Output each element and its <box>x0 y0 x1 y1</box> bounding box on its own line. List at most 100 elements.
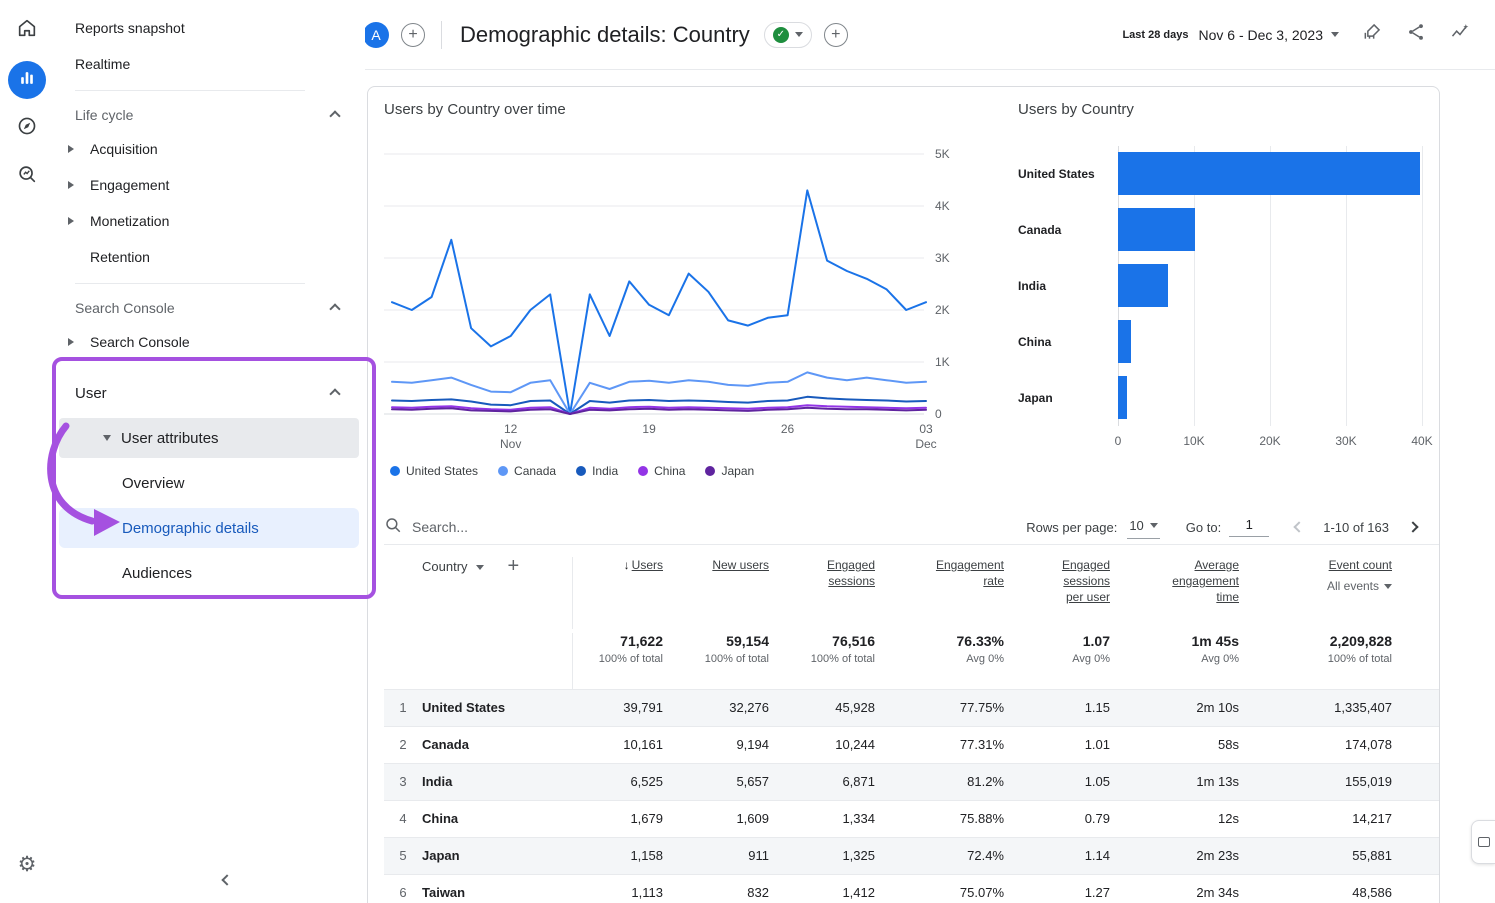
table-row[interactable]: 3India6,5255,6576,87181.2%1.051m 13s155,… <box>384 763 1440 800</box>
sidebar-section-user[interactable]: User <box>55 377 365 409</box>
sidebar-item-monetization[interactable]: Monetization <box>55 203 365 239</box>
bar[interactable] <box>1118 320 1131 363</box>
add-metric-button[interactable]: + <box>824 23 848 47</box>
insights-button[interactable] <box>1449 24 1471 46</box>
home-icon <box>16 17 38 44</box>
sidebar-section-search-console[interactable]: Search Console <box>55 292 365 324</box>
goto-page-input[interactable] <box>1229 517 1269 537</box>
sidebar-group-user-attributes[interactable]: User attributes <box>59 418 359 458</box>
dimension-selector[interactable]: Country + <box>422 557 572 629</box>
data-quality-badge[interactable]: ✓ <box>764 22 812 48</box>
table-row[interactable]: 2Canada10,1619,19410,24477.31%1.0158s174… <box>384 726 1440 763</box>
row-metric-value: 832 <box>663 875 769 903</box>
bar-xaxis: 010K20K30K40K <box>1118 434 1422 452</box>
event-count-filter[interactable]: All events <box>1285 578 1392 594</box>
bar-category-label: Canada <box>1018 202 1118 258</box>
explore-nav-button[interactable] <box>8 109 46 147</box>
row-metric-value: 12s <box>1110 801 1239 837</box>
row-metric-value: 77.75% <box>875 690 1004 726</box>
edit-chart-icon <box>1362 22 1382 47</box>
bar-category-label: India <box>1018 258 1118 314</box>
legend-dot <box>705 466 715 476</box>
date-preset-label: Last 28 days <box>1122 29 1188 41</box>
row-metric-value: 1,158 <box>572 838 663 874</box>
bar-category-label: Japan <box>1018 370 1118 426</box>
bar-track <box>1118 146 1422 426</box>
sidebar-item-audiences[interactable]: Audiences <box>59 553 359 593</box>
bar[interactable] <box>1118 152 1420 195</box>
data-table: Country + ↓Users New users Engaged sessi… <box>384 544 1440 903</box>
next-page-button[interactable] <box>1401 515 1425 539</box>
feedback-button[interactable] <box>1471 820 1495 864</box>
row-metric-value: 10,161 <box>572 727 663 763</box>
row-metric-value: 911 <box>663 838 769 874</box>
date-range-picker[interactable]: Nov 6 - Dec 3, 2023 <box>1198 27 1339 43</box>
expand-right-icon <box>68 145 74 153</box>
sidebar-section-life-cycle[interactable]: Life cycle <box>55 99 365 131</box>
bar-chart-panel: Users by Country United StatesCanadaIndi… <box>1018 101 1428 452</box>
bar[interactable] <box>1118 208 1195 251</box>
avatar[interactable]: A <box>363 22 389 48</box>
row-metric-value: 2m 10s <box>1110 690 1239 726</box>
svg-text:0: 0 <box>935 407 942 421</box>
legend-label: India <box>592 464 618 478</box>
bar[interactable] <box>1118 376 1127 419</box>
rows-per-page-label: Rows per page: <box>1026 520 1117 535</box>
row-metric-value: 77.31% <box>875 727 1004 763</box>
sidebar-item-realtime[interactable]: Realtime <box>55 46 365 82</box>
legend-item[interactable]: Canada <box>498 464 556 478</box>
legend-item[interactable]: Japan <box>705 464 754 478</box>
search-input[interactable] <box>412 519 632 535</box>
row-metric-value: 1.01 <box>1004 727 1110 763</box>
column-header-engagement-rate[interactable]: Engagement rate <box>875 557 1004 629</box>
rows-per-page-select[interactable]: 10 <box>1127 516 1159 539</box>
chevron-down-icon <box>1331 32 1339 37</box>
svg-text:Dec: Dec <box>915 437 936 451</box>
share-report-button[interactable] <box>1405 24 1427 46</box>
legend-item[interactable]: United States <box>390 464 478 478</box>
row-metric-value: 1,334 <box>769 801 875 837</box>
table-row[interactable]: 1United States39,79132,27645,92877.75%1.… <box>384 689 1440 726</box>
sidebar-item-search-console[interactable]: Search Console <box>55 324 365 360</box>
bar[interactable] <box>1118 264 1168 307</box>
column-header-average-engagement-time[interactable]: Average engagement time <box>1110 557 1239 629</box>
collapse-sidebar-button[interactable] <box>215 868 239 892</box>
sidebar-item-acquisition[interactable]: Acquisition <box>55 131 365 167</box>
share-icon <box>1406 22 1426 47</box>
table-row[interactable]: 4China1,6791,6091,33475.88%0.7912s14,217 <box>384 800 1440 837</box>
column-header-engaged-sessions[interactable]: Engaged sessions <box>769 557 875 629</box>
svg-text:Nov: Nov <box>500 437 521 451</box>
sidebar-item-engagement[interactable]: Engagement <box>55 167 365 203</box>
sidebar-item-demographic-details[interactable]: Demographic details <box>59 508 359 548</box>
legend-item[interactable]: China <box>638 464 685 478</box>
row-metric-value: 1.14 <box>1004 838 1110 874</box>
table-row[interactable]: 6Taiwan1,1138321,41275.07%1.272m 34s48,5… <box>384 874 1440 903</box>
sidebar-item-label: Retention <box>90 249 150 265</box>
admin-settings-button[interactable]: ⚙ <box>8 845 46 883</box>
prev-page-button[interactable] <box>1287 515 1311 539</box>
bar-category-label: United States <box>1018 146 1118 202</box>
column-header-event-count[interactable]: Event count All events <box>1239 557 1392 629</box>
legend-item[interactable]: India <box>576 464 618 478</box>
sidebar-item-overview[interactable]: Overview <box>59 463 359 503</box>
advertising-nav-button[interactable] <box>8 157 46 195</box>
sidebar-item-label: Engagement <box>90 177 169 193</box>
home-nav-button[interactable] <box>8 11 46 49</box>
column-header-new-users[interactable]: New users <box>663 557 769 629</box>
chevron-down-icon <box>1150 523 1158 528</box>
sidebar-item-reports-snapshot[interactable]: Reports snapshot <box>55 10 365 46</box>
magnifier-chart-icon <box>16 163 38 190</box>
column-header-engaged-sessions-per-user[interactable]: Engaged sessions per user <box>1004 557 1110 629</box>
sidebar-item-retention[interactable]: Retention <box>55 239 365 275</box>
svg-text:1K: 1K <box>935 355 950 369</box>
section-label: Search Console <box>75 300 175 316</box>
customize-report-button[interactable] <box>1361 24 1383 46</box>
column-header-users[interactable]: ↓Users <box>572 557 663 629</box>
svg-text:4K: 4K <box>935 199 950 213</box>
table-row[interactable]: 5Japan1,1589111,32572.4%1.142m 23s55,881 <box>384 837 1440 874</box>
reports-nav-button[interactable] <box>8 61 46 99</box>
add-dimension-button[interactable]: + <box>508 559 520 573</box>
x-tick-label: 40K <box>1411 434 1432 448</box>
line-chart-title: Users by Country over time <box>384 101 969 118</box>
add-comparison-button[interactable]: + <box>401 23 425 47</box>
